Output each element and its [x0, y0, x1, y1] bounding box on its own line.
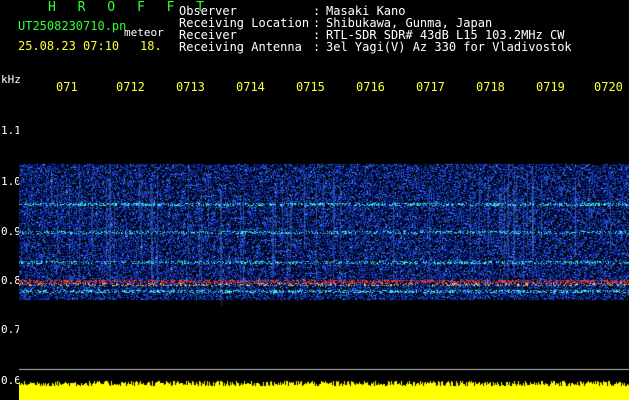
- y-tick: 0.9: [1, 225, 21, 238]
- info-value-antenna: 3el Yagi(V) Az 330 for Vladivostok: [326, 40, 572, 54]
- hrofft-screen: H R O F F T UT2508230710.pn meteor 25.08…: [0, 0, 629, 400]
- file-suffix: meteor: [124, 26, 164, 39]
- frame-number: 18.: [140, 39, 162, 53]
- y-tick: 0.7: [1, 323, 21, 336]
- y-tick: 0.8: [1, 274, 21, 287]
- y-tick: 1.1: [1, 124, 21, 137]
- y-axis-unit: kHz: [1, 73, 21, 86]
- spectrogram: [19, 92, 629, 400]
- y-tick: 1.0: [1, 175, 21, 188]
- timestamp: 25.08.23 07:10: [18, 39, 120, 53]
- y-tick: 0.6: [1, 374, 21, 387]
- file-name: UT2508230710.pn: [18, 19, 127, 33]
- info-label-antenna: Receiving Antenna: [179, 40, 302, 54]
- info-sep: :: [313, 40, 321, 54]
